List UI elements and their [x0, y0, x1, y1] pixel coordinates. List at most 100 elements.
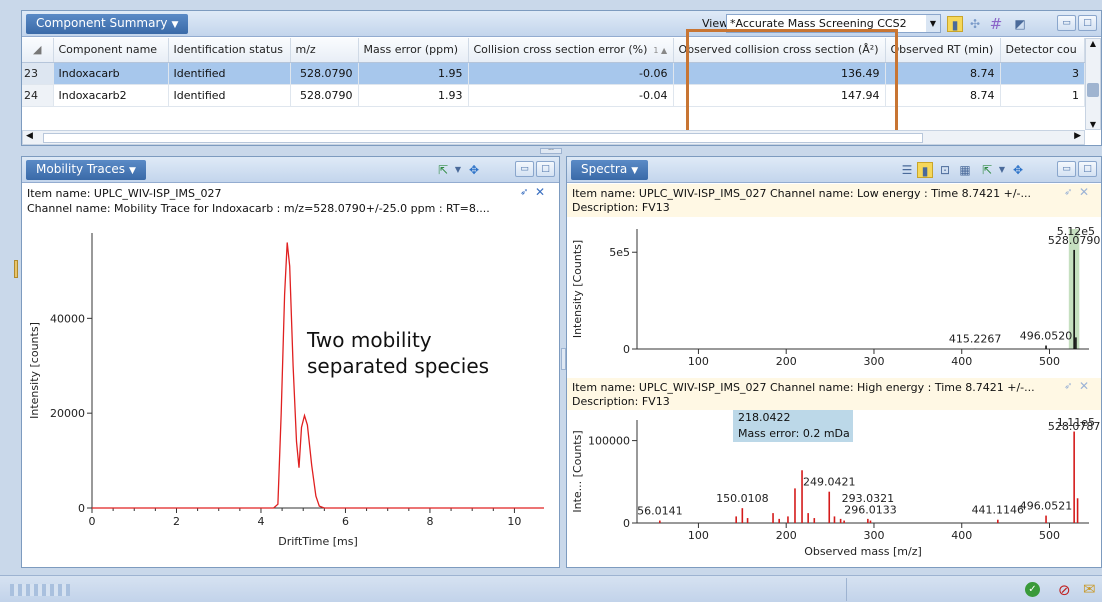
chevron-down-icon[interactable]: ▼: [450, 162, 466, 178]
y-tick-label: 100000: [588, 435, 630, 448]
sort-indicator: 1 ▲: [653, 46, 668, 56]
summary-title-button[interactable]: Component Summary ▼: [26, 14, 189, 34]
table-row[interactable]: 24 Indoxacarb2 Identified 528.0790 1.93 …: [22, 84, 1085, 107]
mobility-title-button[interactable]: Mobility Traces ▼: [26, 160, 146, 180]
close-icon[interactable]: ✕: [535, 185, 545, 199]
close-icon[interactable]: ✕: [1079, 379, 1089, 393]
pin-icon[interactable]: ➶: [520, 187, 528, 198]
mobility-titlebar: Mobility Traces ▼ ⇱ ▼ ✥ ▭ □: [22, 157, 559, 183]
spectra-titlebar: Spectra ▼ ☰ ▮ ⊡ ▦ ⇱ ▼ ✥ ▭ □: [567, 157, 1101, 183]
col-identification-status[interactable]: Identification status: [168, 38, 291, 63]
scroll-thumb[interactable]: [1087, 83, 1099, 97]
summary-grid: ◢ Component name Identification status m…: [22, 38, 1085, 130]
peak-label: 56.0141: [637, 505, 683, 518]
spectra-window-buttons: ▭ □: [1057, 161, 1097, 177]
table-row[interactable]: 23 Indoxacarb Identified 528.0790 1.95 -…: [22, 62, 1085, 85]
horizontal-scrollbar[interactable]: ◀ ▶: [22, 130, 1085, 145]
max-intensity-label: 1.11e5: [1057, 416, 1095, 429]
vertical-splitter-grip[interactable]: [561, 348, 566, 370]
bar-spectrum-icon[interactable]: ▮: [917, 162, 933, 178]
col-detector-counts[interactable]: Detector cou: [1000, 38, 1085, 63]
scroll-right-icon[interactable]: ▶: [1074, 131, 1081, 141]
mobility-traces-pane: Mobility Traces ▼ ⇱ ▼ ✥ ▭ □ Item name: UP…: [21, 156, 560, 568]
mobility-chart: Two mobility separated species 0 2 4 6 8 10 0 2…: [28, 233, 544, 548]
x-tick-label: 400: [951, 529, 972, 542]
y-tick-label: 20000: [50, 407, 85, 420]
vertical-scrollbar[interactable]: ▲ ▼: [1085, 38, 1101, 130]
maximize-icon[interactable]: □: [536, 161, 555, 177]
minimize-icon[interactable]: ▭: [1057, 161, 1076, 177]
cell-mz: 528.0790: [290, 84, 359, 107]
cell-mz: 528.0790: [290, 62, 359, 85]
mobility-item-name: Item name: UPLC_WIV-ISP_IMS_027: [27, 187, 222, 200]
label-icon[interactable]: ☰: [899, 162, 915, 178]
pin-icon[interactable]: ➶: [1064, 187, 1072, 198]
molecule-icon[interactable]: ✣: [967, 16, 983, 32]
peak-label: 496.0520: [1020, 330, 1072, 343]
maximize-icon[interactable]: □: [1078, 15, 1097, 31]
scroll-left-icon[interactable]: ◀: [26, 131, 33, 141]
component-table: ◢ Component name Identification status m…: [22, 38, 1085, 107]
table-icon[interactable]: ▦: [957, 162, 973, 178]
col-ccs-error[interactable]: Collision cross section error (%) 1 ▲: [468, 38, 674, 63]
horizontal-splitter-grip[interactable]: ···: [540, 148, 562, 154]
move-icon[interactable]: ✥: [1010, 162, 1026, 178]
col-mz[interactable]: m/z: [290, 38, 359, 63]
close-icon[interactable]: ✕: [1079, 185, 1089, 199]
status-divider: [846, 578, 847, 601]
move-icon[interactable]: ✥: [466, 162, 482, 178]
low-description: Description: FV13: [572, 201, 670, 214]
col-component-name[interactable]: Component name: [53, 38, 169, 63]
cell-observed-rt: 8.74: [885, 84, 1001, 107]
x-tick-label: 8: [426, 515, 433, 528]
annotation-line-2: separated species: [307, 354, 489, 378]
row-select-corner[interactable]: ◢: [22, 38, 54, 63]
mobility-channel-name: Channel name: Mobility Trace for Indoxac…: [27, 202, 490, 215]
cell-component-name: Indoxacarb2: [53, 84, 169, 107]
grid-hash-icon[interactable]: #: [988, 16, 1004, 32]
chevron-down-icon[interactable]: ▼: [994, 162, 1010, 178]
x-axis-label: DriftTime [ms]: [278, 535, 358, 548]
maximize-icon[interactable]: □: [1078, 161, 1097, 177]
x-tick-label: 6: [342, 515, 349, 528]
zoom-icon[interactable]: ⊡: [937, 162, 953, 178]
peak-label: 496.0521: [1020, 500, 1072, 513]
peak-label: 415.2267: [949, 333, 1002, 346]
minimize-icon[interactable]: ▭: [1057, 15, 1076, 31]
peak-label: 150.0108: [716, 492, 769, 505]
col-mass-error[interactable]: Mass error (ppm): [358, 38, 469, 63]
high-description: Description: FV13: [572, 395, 670, 408]
scroll-up-icon[interactable]: ▲: [1086, 39, 1100, 53]
x-tick-label: 100: [688, 355, 709, 368]
row-number: 24: [22, 84, 54, 107]
mail-icon[interactable]: ✉: [1083, 580, 1096, 598]
y-tick-label: 0: [623, 343, 630, 356]
minimize-icon[interactable]: ▭: [515, 161, 534, 177]
col-observed-rt[interactable]: Observed RT (min): [885, 38, 1001, 63]
y-axis-label: Inte... [Counts]: [571, 430, 584, 512]
low-energy-header: Item name: UPLC_WIV-ISP_IMS_027 Channel …: [567, 184, 1101, 217]
pin-icon[interactable]: ➶: [1064, 381, 1072, 392]
export-graph-icon[interactable]: ⇱: [435, 162, 451, 178]
scroll-down-icon[interactable]: ▼: [1086, 120, 1100, 129]
high-energy-spectrum: 100 200 300 400 500 0 100000 Observed mass [m/z…: [571, 410, 1100, 558]
no-entry-icon[interactable]: ⊘: [1058, 581, 1071, 599]
ccs-column-highlight: [686, 29, 898, 133]
peak-label: 441.1146: [972, 504, 1025, 517]
x-tick-label: 400: [951, 355, 972, 368]
horizontal-scroll-thumb[interactable]: [43, 133, 923, 143]
summary-window-buttons: ▭ □: [1057, 15, 1097, 31]
left-edge-handle[interactable]: [14, 260, 18, 278]
spectra-title-button[interactable]: Spectra ▼: [571, 160, 649, 180]
col-ccs-error-label: Collision cross section error (%): [473, 43, 648, 57]
pin-yellow-icon[interactable]: ▮: [947, 16, 963, 32]
x-axis-label: Observed mass [m/z]: [804, 545, 922, 558]
export-graph-icon[interactable]: ⇱: [979, 162, 995, 178]
cell-identification-status: Identified: [168, 62, 291, 85]
component-summary-pane: Component Summary ▼ View: *Accurate Mass …: [21, 10, 1102, 146]
cell-ccs-error: -0.06: [468, 62, 674, 85]
chevron-down-icon[interactable]: ▼: [926, 15, 940, 32]
mobility-window-buttons: ▭ □: [515, 161, 555, 177]
export-icon[interactable]: ◩: [1012, 16, 1028, 32]
tooltip-mass: 218.0422: [738, 411, 791, 424]
